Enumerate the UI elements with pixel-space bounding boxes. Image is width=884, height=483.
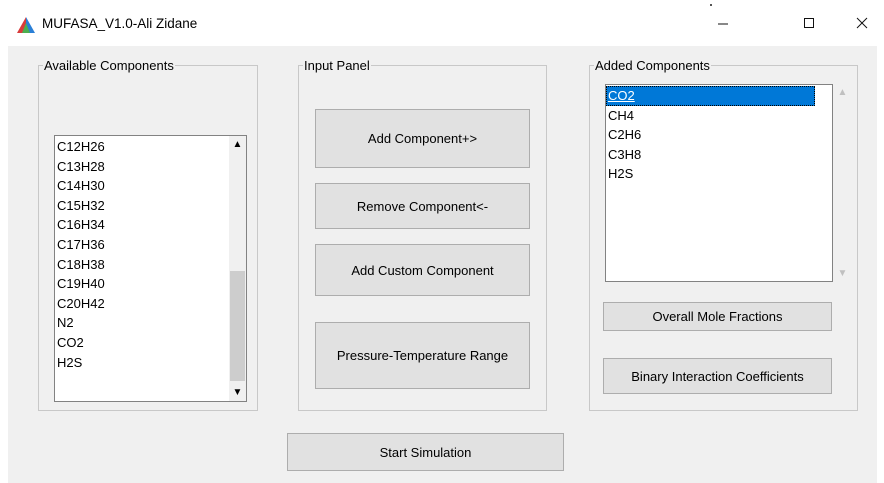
available-components-label: Available Components [43, 58, 175, 73]
list-item[interactable]: CH4 [606, 106, 815, 126]
list-item[interactable]: C2H6 [606, 125, 815, 145]
close-icon [856, 17, 868, 29]
pressure-temperature-range-button[interactable]: Pressure-Temperature Range [315, 322, 530, 389]
scrollbar-thumb[interactable] [230, 271, 245, 381]
add-custom-component-button[interactable]: Add Custom Component [315, 244, 530, 296]
list-item[interactable]: N2 [55, 313, 246, 333]
maximize-button[interactable] [786, 0, 832, 46]
added-items-container: CO2 CH4 C2H6 C3H8 H2S [606, 85, 815, 184]
list-item[interactable]: C3H8 [606, 145, 815, 165]
minimize-icon [718, 23, 728, 25]
list-item[interactable]: C17H36 [55, 235, 246, 255]
binary-interaction-coefficients-button[interactable]: Binary Interaction Coefficients [603, 358, 832, 394]
available-components-group: Available Components C12H26 C13H28 C14H30 C… [38, 58, 258, 411]
title-bar[interactable]: MUFASA_V1.0-Ali Zidane [0, 0, 884, 46]
added-scrollbar[interactable]: ▲ ▼ [834, 84, 851, 282]
list-item[interactable]: CO2 [606, 86, 815, 106]
add-component-button[interactable]: Add Component+> [315, 109, 530, 168]
list-item[interactable]: C12H26 [55, 137, 246, 157]
close-button[interactable] [839, 0, 884, 46]
remove-component-button[interactable]: Remove Component<- [315, 183, 530, 229]
list-item[interactable]: C18H38 [55, 255, 246, 275]
list-item[interactable]: CO2 [55, 333, 246, 353]
scroll-down-arrow-icon[interactable]: ▼ [229, 384, 246, 401]
available-components-list[interactable]: C12H26 C13H28 C14H30 C15H32 C16H34 C17H36 C18H… [54, 135, 247, 402]
list-item[interactable]: H2S [606, 164, 815, 184]
maximize-icon [804, 18, 814, 28]
minimize-button[interactable] [700, 0, 746, 46]
scroll-up-arrow-icon[interactable]: ▲ [834, 84, 851, 101]
window-title: MUFASA_V1.0-Ali Zidane [42, 16, 198, 31]
scroll-down-arrow-icon[interactable]: ▼ [834, 265, 851, 282]
input-panel-label: Input Panel [303, 58, 371, 73]
added-components-list[interactable]: CO2 CH4 C2H6 C3H8 H2S [605, 84, 833, 282]
available-items-container: C12H26 C13H28 C14H30 C15H32 C16H34 C17H36 C18H… [55, 136, 246, 372]
client-area: Available Components C12H26 C13H28 C14H30 C… [8, 46, 877, 483]
overall-mole-fractions-button[interactable]: Overall Mole Fractions [603, 302, 832, 331]
list-item[interactable]: C15H32 [55, 196, 246, 216]
available-scrollbar[interactable]: ▲ ▼ [229, 136, 246, 401]
list-item[interactable]: C13H28 [55, 157, 246, 177]
scroll-up-arrow-icon[interactable]: ▲ [229, 136, 246, 153]
list-item[interactable]: C14H30 [55, 176, 246, 196]
list-item[interactable]: C20H42 [55, 294, 246, 314]
list-item[interactable]: C19H40 [55, 274, 246, 294]
list-item[interactable]: H2S [55, 353, 246, 373]
start-simulation-button[interactable]: Start Simulation [287, 433, 564, 471]
added-components-group: Added Components CO2 CH4 C2H6 C3H8 H2S ▲ ▼ O… [589, 58, 858, 411]
app-logo-icon [17, 17, 35, 33]
list-item[interactable]: C16H34 [55, 215, 246, 235]
added-components-label: Added Components [594, 58, 711, 73]
input-panel-group: Input Panel Add Component+> Remove Compo… [298, 58, 547, 411]
